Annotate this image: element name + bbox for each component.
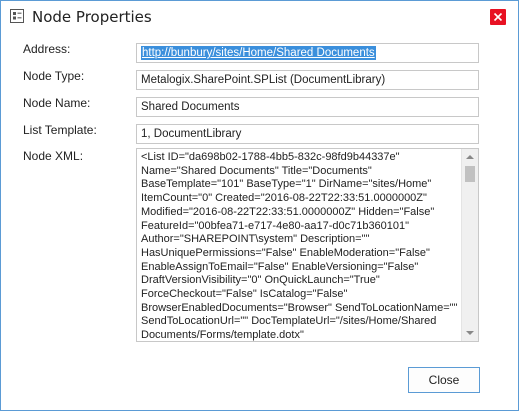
node-type-label: Node Type: bbox=[23, 69, 85, 83]
address-value: http://bunbury/sites/Home/Shared Documen… bbox=[141, 46, 376, 60]
window-title: Node Properties bbox=[32, 8, 152, 26]
address-field[interactable]: http://bunbury/sites/Home/Shared Documen… bbox=[136, 43, 479, 63]
address-label: Address: bbox=[23, 42, 71, 56]
scroll-down-arrow-icon[interactable] bbox=[466, 331, 474, 335]
node-xml-field[interactable]: <List ID="da698b02-1788-4bb5-832c-98fd9b… bbox=[136, 148, 479, 342]
title-bar: Node Properties bbox=[1, 1, 518, 33]
close-button[interactable]: Close bbox=[408, 367, 480, 393]
xml-scrollbar[interactable] bbox=[461, 149, 478, 341]
list-template-field[interactable]: 1, DocumentLibrary bbox=[136, 124, 479, 144]
node-type-field[interactable]: Metalogix.SharePoint.SPList (DocumentLib… bbox=[136, 70, 479, 90]
node-name-label: Node Name: bbox=[23, 96, 91, 110]
node-xml-label: Node XML: bbox=[23, 149, 84, 163]
node-properties-icon bbox=[10, 9, 24, 23]
node-name-field[interactable]: Shared Documents bbox=[136, 97, 479, 117]
scroll-thumb[interactable] bbox=[465, 166, 475, 182]
list-template-label: List Template: bbox=[23, 123, 97, 137]
scroll-up-arrow-icon[interactable] bbox=[466, 155, 474, 159]
node-xml-text: <List ID="da698b02-1788-4bb5-832c-98fd9b… bbox=[141, 151, 458, 342]
node-properties-dialog: Node Properties Address: http://bunbury/… bbox=[0, 0, 519, 411]
close-icon[interactable] bbox=[490, 9, 506, 25]
